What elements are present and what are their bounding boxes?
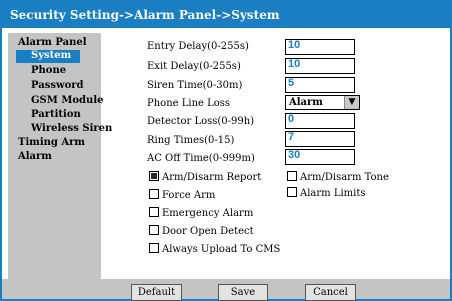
ac-off-time-label: AC Off Time(0-999m) [147,153,255,164]
sidebar-item-partition[interactable]: Partition [31,109,81,121]
arm-disarm-tone-checkbox[interactable]: Arm/Disarm Tone [287,171,389,184]
page-title: Security Setting->Alarm Panel->System [2,2,450,28]
siren-time-value: 5 [288,77,295,89]
arm-disarm-report-label: Arm/Disarm Report [162,172,262,183]
emergency-alarm-label: Emergency Alarm [162,208,254,219]
phone-line-loss-select[interactable]: Alarm ▼ [285,95,360,110]
entry-delay-field[interactable]: 10 [285,39,355,55]
checkbox-icon [149,243,159,253]
sidebar-item-wireless-siren[interactable]: Wireless Siren [31,123,112,135]
exit-delay-value: 10 [288,58,301,70]
alarm-limits-checkbox[interactable]: Alarm Limits [287,187,366,200]
default-button[interactable]: Default [131,284,182,301]
phone-line-loss-label: Phone Line Loss [147,98,231,109]
always-upload-to-cms-label: Always Upload To CMS [162,244,281,255]
ac-off-time-field[interactable]: 30 [285,149,355,165]
sidebar-item-timing-arm[interactable]: Timing Arm [18,137,85,149]
entry-delay-label: Entry Delay(0-255s) [147,41,249,52]
ring-times-value: 7 [288,131,295,143]
sidebar-item-system[interactable]: System [16,50,80,63]
always-upload-to-cms-checkbox[interactable]: Always Upload To CMS [149,243,280,256]
entry-delay-value: 10 [288,39,301,51]
checkbox-icon [287,187,297,197]
arm-disarm-report-checkbox[interactable]: Arm/Disarm Report [149,171,261,184]
force-arm-checkbox[interactable]: Force Arm [149,189,215,202]
emergency-alarm-checkbox[interactable]: Emergency Alarm [149,207,253,220]
checkbox-checked-icon [149,171,159,181]
save-button[interactable]: Save [218,284,268,301]
siren-time-field[interactable]: 5 [285,77,355,93]
chevron-down-icon[interactable]: ▼ [344,96,359,109]
alarm-limits-label: Alarm Limits [300,188,366,199]
detector-loss-label: Detector Loss(0-99h) [147,116,255,127]
door-open-detect-checkbox[interactable]: Door Open Detect [149,225,254,238]
checkbox-icon [149,207,159,217]
cancel-button[interactable]: Cancel [305,284,356,301]
checkbox-icon [149,189,159,199]
force-arm-label: Force Arm [162,190,216,201]
siren-time-label: Siren Time(0-30m) [147,80,243,91]
checkbox-icon [149,225,159,235]
sidebar-item-phone[interactable]: Phone [31,65,66,77]
phone-line-loss-value: Alarm [289,97,323,108]
exit-delay-label: Exit Delay(0-255s) [147,61,241,72]
exit-delay-field[interactable]: 10 [285,58,355,74]
sidebar-item-alarm[interactable]: Alarm [18,151,52,163]
sidebar-item-password[interactable]: Password [31,80,84,92]
ring-times-label: Ring Times(0-15) [147,135,235,146]
detector-loss-field[interactable]: 0 [285,113,355,129]
door-open-detect-label: Door Open Detect [162,226,254,237]
checkbox-icon [287,171,297,181]
arm-disarm-tone-label: Arm/Disarm Tone [300,172,389,183]
sidebar-item-alarm-panel[interactable]: Alarm Panel [18,37,87,49]
detector-loss-value: 0 [288,113,295,125]
sidebar-item-gsm-module[interactable]: GSM Module [31,95,103,107]
ac-off-time-value: 30 [288,149,301,161]
ring-times-field[interactable]: 7 [285,131,355,147]
